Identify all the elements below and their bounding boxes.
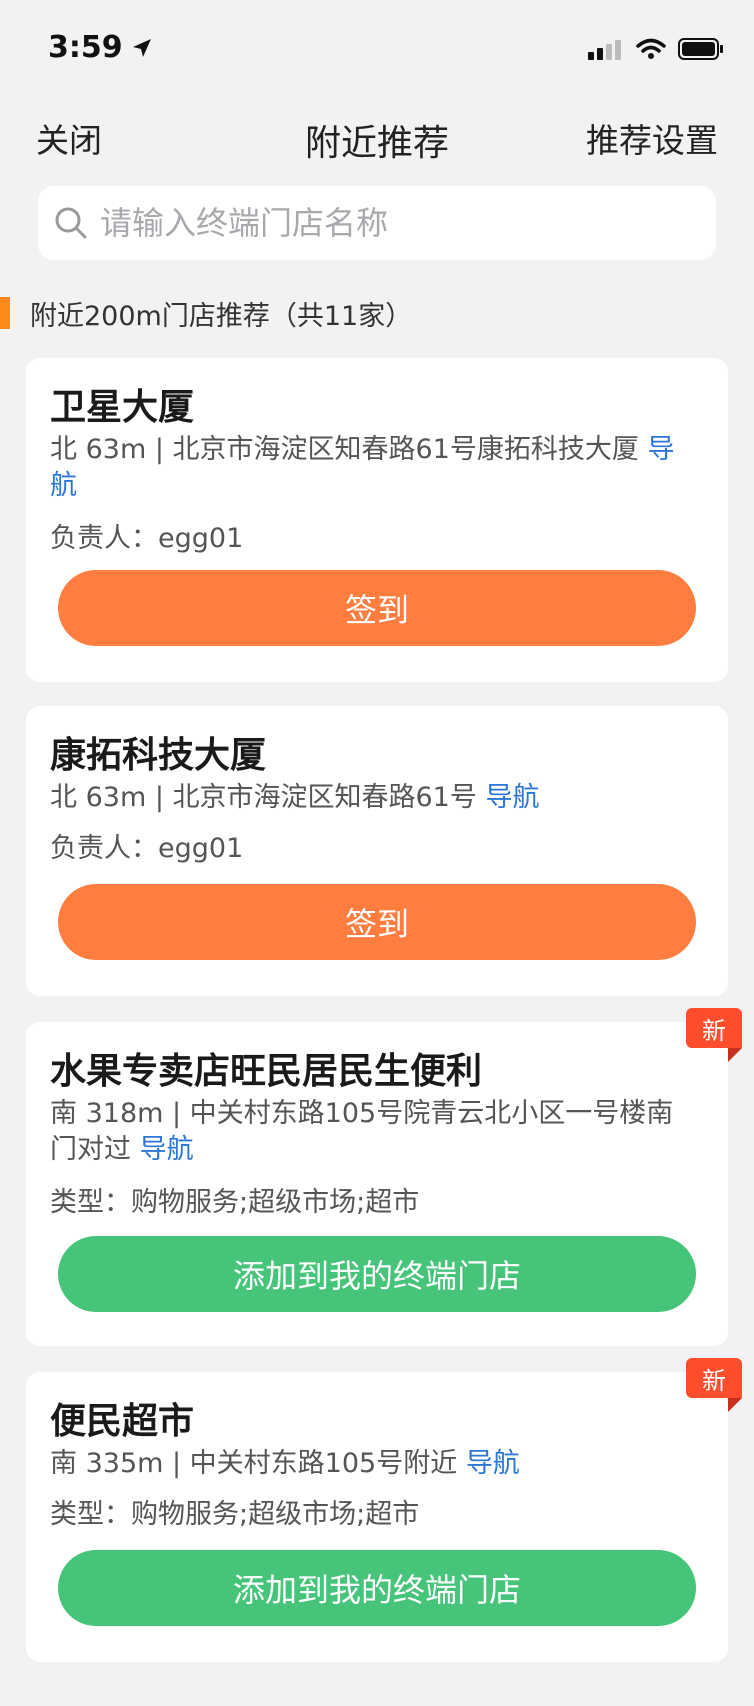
store-address: 北 63m | 北京市海淀区知春路61号 导航 (50, 780, 700, 816)
store-name: 便民超市 (50, 1401, 195, 1442)
search-input[interactable] (100, 204, 660, 242)
store-address-text: 南 335m | 中关村东路105号附近 (50, 1448, 458, 1479)
navigate-link[interactable]: 导航 (140, 1134, 194, 1165)
store-owner: 负责人：egg01 (50, 523, 244, 554)
wifi-icon (636, 38, 666, 59)
store-type: 类型：购物服务;超级市场;超市 (50, 1187, 420, 1218)
store-address-text: 北 63m | 北京市海淀区知春路61号康拓科技大厦 (50, 434, 639, 465)
search-box[interactable] (38, 186, 716, 260)
section-header: 附近200m门店推荐（共11家） (0, 296, 413, 332)
nav-bar: 附近推荐 关闭 推荐设置 (0, 100, 754, 176)
check-in-button[interactable]: 签到 (58, 884, 696, 960)
store-address: 南 335m | 中关村东路105号附近 导航 (50, 1446, 700, 1482)
store-card: 卫星大厦 北 63m | 北京市海淀区知春路61号康拓科技大厦 导航 负责人：e… (26, 358, 728, 682)
navigate-link[interactable]: 导航 (485, 782, 539, 813)
store-owner: 负责人：egg01 (50, 833, 244, 864)
store-name: 卫星大厦 (50, 387, 195, 428)
close-button[interactable]: 关闭 (36, 114, 102, 162)
search-icon (55, 207, 87, 239)
add-to-my-stores-button[interactable]: 添加到我的终端门店 (58, 1236, 696, 1312)
add-to-my-stores-button[interactable]: 添加到我的终端门店 (58, 1550, 696, 1626)
recommend-settings-button[interactable]: 推荐设置 (586, 114, 718, 162)
store-type: 类型：购物服务;超级市场;超市 (50, 1499, 420, 1530)
navigate-link[interactable]: 导航 (466, 1448, 520, 1479)
store-address: 北 63m | 北京市海淀区知春路61号康拓科技大厦 导航 (50, 432, 700, 504)
status-time-text: 3:59 (48, 30, 123, 65)
new-badge-tail (728, 1048, 742, 1062)
new-badge: 新 (686, 1358, 742, 1398)
status-time: 3:59 (48, 30, 153, 65)
store-name: 水果专卖店旺民居民生便利 (50, 1051, 483, 1092)
location-arrow-icon (132, 38, 151, 57)
store-card: 康拓科技大厦 北 63m | 北京市海淀区知春路61号 导航 负责人：egg01… (26, 706, 728, 996)
store-address-text: 北 63m | 北京市海淀区知春路61号 (50, 782, 477, 813)
new-badge-tail (728, 1398, 742, 1412)
store-name: 康拓科技大厦 (50, 735, 267, 776)
store-card: 新 水果专卖店旺民居民生便利 南 318m | 中关村东路105号院青云北小区一… (26, 1008, 742, 1346)
section-accent-bar (0, 297, 10, 329)
cellular-signal-icon (588, 40, 621, 60)
section-title: 附近200m门店推荐（共11家） (30, 300, 413, 332)
check-in-button[interactable]: 签到 (58, 570, 696, 646)
status-bar: 3:59 (0, 0, 754, 100)
battery-icon (678, 38, 723, 60)
store-card: 新 便民超市 南 335m | 中关村东路105号附近 导航 类型：购物服务;超… (26, 1358, 742, 1662)
new-badge: 新 (686, 1008, 742, 1048)
status-icons (588, 38, 724, 60)
store-address: 南 318m | 中关村东路105号院青云北小区一号楼南门对过 导航 (50, 1096, 700, 1168)
